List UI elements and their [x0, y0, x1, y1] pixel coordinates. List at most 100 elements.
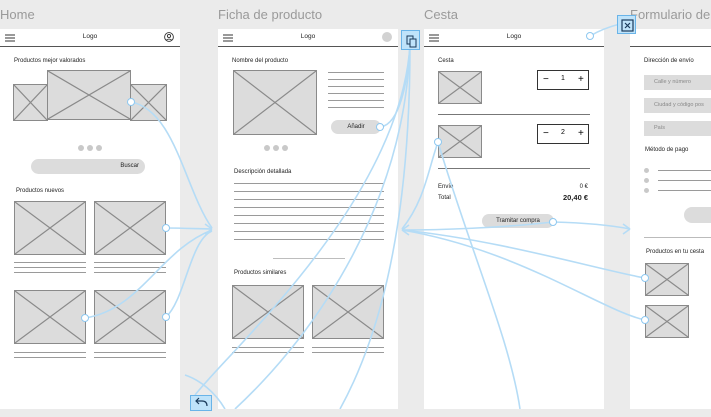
product-image[interactable]	[94, 290, 166, 344]
text-line	[658, 170, 711, 171]
country-field[interactable]: País	[644, 121, 711, 136]
text-line	[328, 79, 384, 80]
connection-handle[interactable]	[127, 98, 135, 106]
image-placeholder[interactable]	[47, 70, 131, 120]
frame-cesta: Logo Cesta − 1 + − 2 + Envío 0 € Total 2…	[424, 29, 604, 409]
quantity-value: 1	[561, 75, 565, 82]
text-line	[234, 207, 384, 208]
connection-handle[interactable]	[586, 32, 594, 40]
connection-handle[interactable]	[434, 138, 442, 146]
copy-icon[interactable]	[401, 30, 420, 50]
product-image[interactable]	[14, 290, 86, 344]
image-placeholder	[130, 84, 167, 121]
divider	[273, 258, 345, 259]
text-line	[94, 272, 166, 273]
connection-handle[interactable]	[641, 316, 649, 324]
text-line	[14, 272, 86, 273]
carousel-dot[interactable]	[273, 145, 279, 151]
text-line	[234, 223, 384, 224]
producto-header: Logo	[218, 29, 398, 47]
product-image[interactable]	[94, 201, 166, 255]
cesta-header: Logo	[424, 29, 604, 47]
carousel-dot[interactable]	[96, 145, 102, 151]
home-header: Logo	[0, 29, 180, 47]
shipping-value: 0 €	[579, 184, 588, 190]
cart-item-image	[438, 71, 482, 104]
add-to-cart-button[interactable]: Añadir	[331, 120, 381, 134]
quantity-stepper[interactable]: − 1 +	[537, 70, 589, 90]
cart-title: Cesta	[438, 58, 454, 64]
total-label: Total	[438, 195, 451, 201]
text-line	[328, 86, 384, 87]
text-line	[312, 347, 384, 348]
text-line	[234, 191, 384, 192]
checkout-button[interactable]: Tramitar compra	[482, 214, 554, 228]
cart-product-image	[645, 305, 689, 338]
decrement-button[interactable]: −	[543, 128, 549, 139]
text-line	[14, 357, 86, 358]
frame-title-formulario: Formulario de c	[630, 7, 711, 22]
cart-product-image	[645, 263, 689, 296]
product-name: Nombre del producto	[232, 58, 289, 64]
text-line	[658, 190, 711, 191]
confirm-button[interactable]: C	[684, 207, 711, 223]
logo: Logo	[82, 33, 98, 40]
text-line	[328, 72, 384, 73]
carousel-dot[interactable]	[78, 145, 84, 151]
text-line	[658, 180, 711, 181]
text-line	[232, 347, 304, 348]
quantity-stepper[interactable]: − 2 +	[537, 124, 589, 144]
image-placeholder	[13, 84, 48, 121]
description-title: Descripción detallada	[234, 169, 292, 175]
avatar[interactable]	[382, 32, 392, 42]
carousel-dot[interactable]	[264, 145, 270, 151]
logo: Logo	[506, 33, 522, 40]
text-line	[234, 231, 384, 232]
text-line	[328, 100, 384, 101]
quantity-value: 2	[561, 129, 565, 136]
connection-handle[interactable]	[641, 274, 649, 282]
product-image[interactable]	[14, 201, 86, 255]
city-postcode-field[interactable]: Ciudad y código pos	[644, 98, 711, 113]
decrement-button[interactable]: −	[543, 74, 549, 85]
carousel-dot[interactable]	[282, 145, 288, 151]
connection-handle[interactable]	[162, 224, 170, 232]
text-line	[234, 239, 384, 240]
arrow-head	[204, 223, 213, 235]
text-line	[234, 215, 384, 216]
user-icon[interactable]	[164, 32, 174, 42]
increment-button[interactable]: +	[578, 74, 584, 85]
connection-handle[interactable]	[81, 314, 89, 322]
text-line	[234, 199, 384, 200]
street-field[interactable]: Calle y número	[644, 75, 711, 90]
search-bar[interactable]: Buscar	[31, 159, 145, 174]
similar-product-image[interactable]	[312, 285, 384, 339]
text-line	[312, 352, 384, 353]
text-line	[328, 93, 384, 94]
frame-formulario: Dirección de envío Calle y número Ciudad…	[630, 29, 711, 409]
logo: Logo	[300, 33, 316, 40]
increment-button[interactable]: +	[578, 128, 584, 139]
frame-home: Logo Productos mejor valorados Buscar Pr…	[0, 29, 180, 409]
payment-option-radio[interactable]	[644, 188, 649, 193]
arrow-head	[401, 224, 410, 236]
similar-product-image[interactable]	[232, 285, 304, 339]
text-line	[14, 267, 86, 268]
divider	[438, 168, 590, 169]
total-value: 20,40 €	[562, 193, 588, 202]
search-button[interactable]: Buscar	[120, 163, 139, 169]
carousel-dot[interactable]	[87, 145, 93, 151]
payment-option-radio[interactable]	[644, 168, 649, 173]
connection-handle[interactable]	[162, 313, 170, 321]
text-line	[14, 262, 86, 263]
close-icon[interactable]	[617, 15, 636, 34]
payment-option-radio[interactable]	[644, 178, 649, 183]
frame-title-home: Home	[0, 7, 35, 22]
frame-title-cesta: Cesta	[424, 7, 458, 22]
connection-handle[interactable]	[549, 218, 557, 226]
text-line	[232, 352, 304, 353]
section-title-new: Productos nuevos	[16, 188, 65, 194]
connection-handle[interactable]	[376, 123, 384, 131]
product-main-image	[233, 70, 317, 135]
text-line	[94, 262, 166, 263]
